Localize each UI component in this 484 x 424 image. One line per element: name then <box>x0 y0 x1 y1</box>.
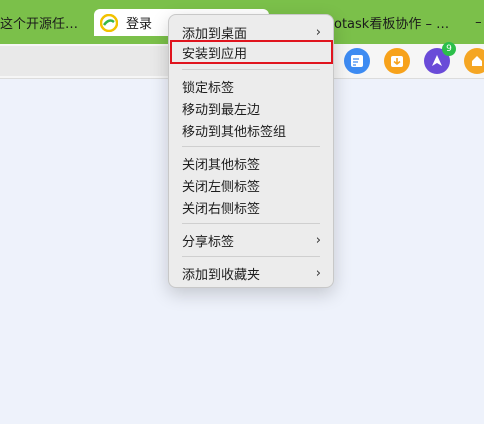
tab-open-source[interactable]: 这个开源任… <box>0 8 78 36</box>
menu-item-label: 添加到收藏夹 <box>182 267 261 283</box>
menu-item-label: 分享标签 <box>182 234 235 250</box>
menu-item-move-to-group[interactable]: 移动到其他标签组 <box>182 120 321 140</box>
tab-title: 这个开源任… <box>0 16 79 32</box>
download-extension-icon[interactable] <box>384 48 410 74</box>
menu-item-label: 关闭右侧标签 <box>182 201 261 217</box>
browser-window: 这个开源任… 登录 otask看板协作 – … – 9 添加到桌面 › 安装到应… <box>0 0 484 424</box>
menu-item-add-to-favorites[interactable]: 添加到收藏夹 › <box>182 263 321 283</box>
highlight-box <box>170 40 333 64</box>
menu-separator <box>182 146 320 147</box>
notification-badge: 9 <box>442 42 456 56</box>
tab-title: 登录 <box>126 17 153 32</box>
menu-item-close-left[interactable]: 关闭左侧标签 <box>182 175 321 195</box>
note-extension-icon[interactable] <box>344 48 370 74</box>
menu-item-label: 移动到最左边 <box>182 102 261 118</box>
menu-item-label: 锁定标签 <box>182 80 235 96</box>
menu-item-add-to-desktop[interactable]: 添加到桌面 › <box>182 22 321 42</box>
menu-item-move-to-leftmost[interactable]: 移动到最左边 <box>182 98 321 118</box>
menu-item-close-others[interactable]: 关闭其他标签 <box>182 153 321 173</box>
menu-item-close-right[interactable]: 关闭右侧标签 <box>182 197 321 217</box>
menu-item-pin-tab[interactable]: 锁定标签 <box>182 76 321 96</box>
app-logo-icon <box>99 13 119 32</box>
menu-item-label: 关闭其他标签 <box>182 157 261 173</box>
chevron-right-icon: › <box>315 232 321 248</box>
tab-kanban[interactable]: otask看板协作 – … – <box>334 8 482 36</box>
menu-item-label: 关闭左侧标签 <box>182 179 261 195</box>
home-extension-icon[interactable] <box>464 48 484 74</box>
menu-item-label: 移动到其他标签组 <box>182 124 287 140</box>
new-tab-button[interactable]: – <box>475 15 482 30</box>
chevron-right-icon: › <box>315 24 321 40</box>
menu-item-label: 添加到桌面 <box>182 26 248 42</box>
chevron-right-icon: › <box>315 265 321 281</box>
menu-separator <box>182 69 320 70</box>
tab-title: otask看板协作 – … <box>334 16 450 32</box>
menu-separator <box>182 223 320 224</box>
menu-item-share-tab[interactable]: 分享标签 › <box>182 230 321 250</box>
ai-extension-icon[interactable]: 9 <box>424 42 456 74</box>
menu-separator <box>182 256 320 257</box>
